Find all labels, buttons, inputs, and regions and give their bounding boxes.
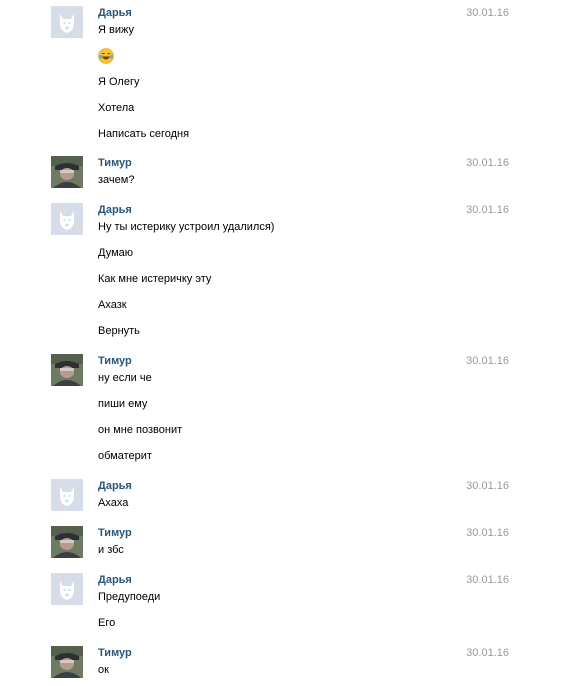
message-date[interactable]: 30.01.16: [466, 203, 509, 217]
user-avatar[interactable]: [51, 646, 83, 678]
author-name-link[interactable]: Дарья: [98, 479, 132, 493]
message-date[interactable]: 30.01.16: [466, 6, 509, 20]
author-name-link[interactable]: Тимур: [98, 646, 132, 660]
message-text: Написать сегодня: [98, 128, 190, 140]
default-avatar-icon[interactable]: [51, 6, 83, 38]
message-text: Я вижу: [98, 24, 134, 36]
message-date[interactable]: 30.01.16: [466, 526, 509, 540]
message-text: зачем?: [98, 174, 135, 186]
default-avatar-icon[interactable]: [51, 203, 83, 235]
default-avatar-icon[interactable]: [51, 573, 83, 605]
message-date[interactable]: 30.01.16: [466, 156, 509, 170]
message-text: Ахаха: [98, 497, 129, 509]
author-name-link[interactable]: Тимур: [98, 526, 132, 540]
message-text: Ну ты истерику устроил удалился): [98, 221, 275, 233]
message-text: Вернуть: [98, 325, 140, 337]
message-text: и збс: [98, 544, 124, 556]
message-text: Его: [98, 617, 116, 629]
author-name-link[interactable]: Тимур: [98, 354, 132, 368]
message-text: ок: [98, 664, 109, 676]
author-name-link[interactable]: Дарья: [98, 573, 132, 587]
message-text: Думаю: [98, 247, 133, 259]
user-avatar[interactable]: [51, 354, 83, 386]
message-date[interactable]: 30.01.16: [466, 573, 509, 587]
message-date[interactable]: 30.01.16: [466, 479, 509, 493]
author-name-link[interactable]: Дарья: [98, 6, 132, 20]
default-avatar-icon[interactable]: [51, 479, 83, 511]
message-date[interactable]: 30.01.16: [466, 354, 509, 368]
laughing-tears-emoji-icon: 😂: [98, 48, 114, 64]
user-avatar[interactable]: [51, 526, 83, 558]
message-text: пиши ему: [98, 398, 148, 410]
user-avatar[interactable]: [51, 156, 83, 188]
message-text: обматерит: [98, 450, 152, 462]
author-name-link[interactable]: Тимур: [98, 156, 132, 170]
message-text: Как мне истеричку эту: [98, 273, 212, 285]
message-text: он мне позвонит: [98, 424, 183, 436]
message-date[interactable]: 30.01.16: [466, 646, 509, 660]
message-text: Предупоеди: [98, 591, 161, 603]
author-name-link[interactable]: Дарья: [98, 203, 132, 217]
message-text: Ахазк: [98, 299, 127, 311]
message-text: ну если че: [98, 372, 152, 384]
message-text: Хотела: [98, 102, 135, 114]
message-text: Я Олегу: [98, 76, 140, 88]
